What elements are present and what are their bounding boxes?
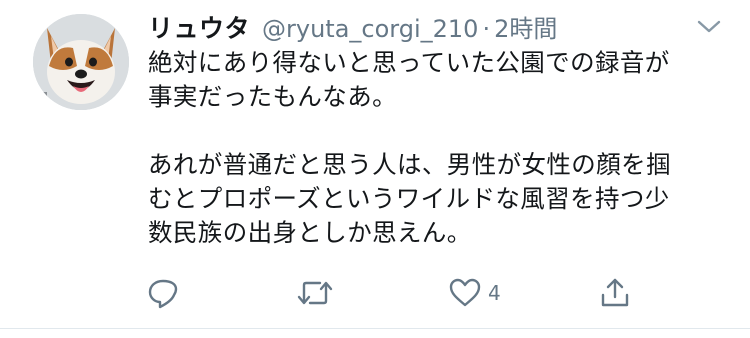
avatar[interactable] <box>33 14 129 110</box>
tweet-text: 絶対にあり得ないと思っていた公園での録音が 事実だったもんなあ。 あれが普通だと… <box>148 48 671 247</box>
like-count: 4 <box>488 281 501 305</box>
divider <box>0 328 750 329</box>
like-button[interactable]: 4 <box>448 276 501 310</box>
share-button[interactable] <box>598 276 632 310</box>
tweet-actions: 4 <box>0 276 750 310</box>
tweet-header: リュウタ @ryuta_corgi_210 · 2時間 <box>148 9 708 43</box>
display-name[interactable]: リュウタ <box>148 9 250 45</box>
corgi-avatar-image <box>33 14 129 110</box>
tweet[interactable]: リュウタ @ryuta_corgi_210 · 2時間 絶対にあり得ないと思って… <box>0 0 750 338</box>
separator: · <box>482 15 491 43</box>
share-icon <box>601 278 629 307</box>
chevron-down-icon[interactable] <box>694 14 724 38</box>
reply-icon <box>148 279 178 309</box>
retweet-icon <box>297 281 333 305</box>
retweet-button[interactable] <box>296 276 334 310</box>
heart-icon <box>449 278 481 307</box>
user-handle[interactable]: @ryuta_corgi_210 <box>262 15 478 43</box>
reply-button[interactable] <box>146 276 180 310</box>
timestamp[interactable]: 2時間 <box>494 9 557 44</box>
